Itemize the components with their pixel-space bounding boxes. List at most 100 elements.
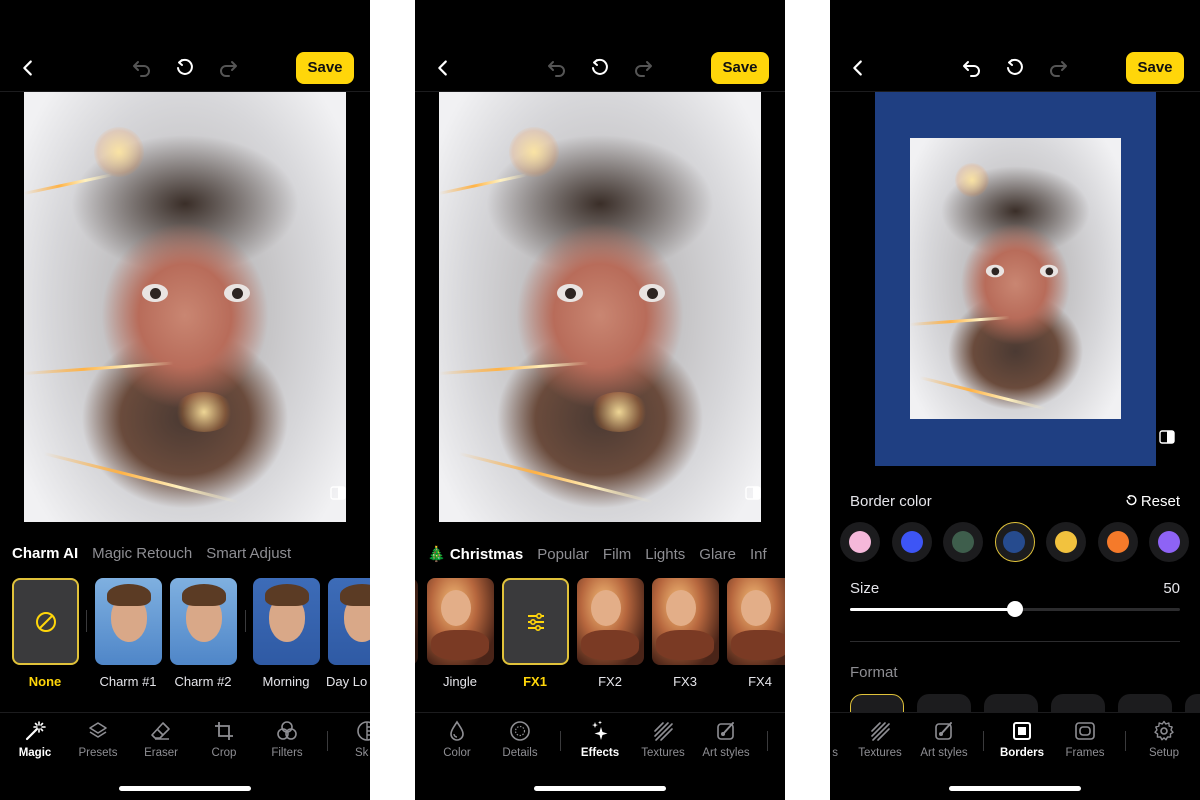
tab-christmas[interactable]: 🎄 Christmas xyxy=(427,546,523,563)
bottom-toolbar: Color Details Effects Textures Art style… xyxy=(415,712,785,772)
undo-icon[interactable] xyxy=(130,56,154,80)
tool-eraser[interactable]: Eraser xyxy=(129,719,193,759)
color-swatch-blue[interactable] xyxy=(891,522,932,562)
compare-split-icon[interactable] xyxy=(330,486,346,500)
tool-filters[interactable]: Filters xyxy=(255,719,319,759)
tool-magic[interactable]: Magic xyxy=(3,719,67,759)
tool-skin[interactable]: Sk xyxy=(335,719,370,759)
redo-icon[interactable] xyxy=(1046,56,1070,80)
compare-split-icon[interactable] xyxy=(745,486,761,500)
color-swatch-yellow[interactable] xyxy=(1046,522,1086,562)
preset-label: FX1 xyxy=(523,674,547,689)
tool-label: Crop xyxy=(211,747,237,759)
format-title: Format xyxy=(850,664,898,681)
tool-borders[interactable]: Borders xyxy=(990,719,1054,759)
top-bar: Save xyxy=(830,48,1200,88)
tab-charm-ai[interactable]: Charm AI xyxy=(12,545,78,562)
undo-icon[interactable] xyxy=(545,56,569,80)
photo-canvas[interactable] xyxy=(439,92,761,522)
bottom-toolbar: s Textures Art styles Borders Frames Set… xyxy=(830,712,1200,772)
preset-label: Charm #2 xyxy=(174,674,232,689)
color-swatch-orange[interactable] xyxy=(1097,522,1138,562)
tool-frames[interactable]: Frames xyxy=(1053,719,1117,759)
preset-label: FX2 xyxy=(598,674,622,689)
color-swatch-green[interactable] xyxy=(943,522,983,562)
photo-canvas[interactable] xyxy=(24,92,346,522)
preset-label: FX4 xyxy=(748,674,772,689)
size-slider[interactable] xyxy=(850,600,1180,620)
rotate-ccw-icon[interactable] xyxy=(588,56,612,80)
undo-icon[interactable] xyxy=(960,56,984,80)
color-swatch-pink[interactable] xyxy=(840,522,880,562)
tool-art-styles[interactable]: Art styles xyxy=(694,719,758,759)
redo-icon[interactable] xyxy=(631,56,655,80)
save-button[interactable]: Save xyxy=(711,52,769,84)
compare-split-icon[interactable] xyxy=(1159,430,1175,444)
category-tabs: Charm AI Magic Retouch Smart Adjust xyxy=(12,545,305,562)
redo-icon[interactable] xyxy=(216,56,240,80)
preset-charm-1[interactable] xyxy=(95,578,162,665)
tool-setup[interactable]: Setup xyxy=(1132,719,1196,759)
gear-icon xyxy=(1154,720,1174,741)
save-button[interactable]: Save xyxy=(1126,52,1184,84)
tool-textures[interactable]: Textures xyxy=(848,719,912,759)
tab-magic-retouch[interactable]: Magic Retouch xyxy=(92,545,192,562)
preset-fx3[interactable] xyxy=(652,578,719,665)
photo-canvas[interactable] xyxy=(910,138,1121,419)
chevron-left-icon[interactable] xyxy=(17,57,39,79)
preset-jingle[interactable] xyxy=(427,578,494,665)
rotate-ccw-icon[interactable] xyxy=(1003,56,1027,80)
tab-popular[interactable]: Popular xyxy=(537,546,589,563)
bottom-toolbar: Magic Presets Eraser Crop Filters Sk xyxy=(0,712,370,772)
color-swatch-navy[interactable] xyxy=(994,522,1035,562)
slider-knob[interactable] xyxy=(1007,601,1023,617)
frame-icon xyxy=(1075,722,1095,740)
preset-previous[interactable] xyxy=(415,578,418,665)
preset-label: Day Lo xyxy=(326,674,368,689)
tool-label: Effects xyxy=(580,747,620,759)
editor-screen-borders: Save Border color Reset Size 50 Format s… xyxy=(830,0,1200,800)
details-dial-icon xyxy=(510,721,530,741)
chevron-left-icon[interactable] xyxy=(432,57,454,79)
tool-details[interactable]: Details xyxy=(488,719,552,759)
sliders-icon xyxy=(528,612,544,632)
tab-lights[interactable]: Lights xyxy=(645,546,685,563)
editor-screen-effects: Save 🎄 Christmas Popular Film Lights Glare In… xyxy=(415,0,785,800)
tab-inf[interactable]: Inf xyxy=(750,546,767,563)
tab-smart-adjust[interactable]: Smart Adjust xyxy=(206,545,291,562)
chevron-left-icon[interactable] xyxy=(847,57,869,79)
tool-label: Borders xyxy=(999,747,1045,759)
preset-day-lo[interactable] xyxy=(328,578,370,665)
tab-glare[interactable]: Glare xyxy=(699,546,736,563)
top-bar: Save xyxy=(415,48,785,88)
save-button[interactable]: Save xyxy=(296,52,354,84)
preset-fx4[interactable] xyxy=(727,578,785,665)
preset-label: FX3 xyxy=(673,674,697,689)
swatch-color xyxy=(1003,530,1025,553)
tool-textures[interactable]: Textures xyxy=(631,719,695,759)
tool-color[interactable]: Color xyxy=(425,719,489,759)
tab-film[interactable]: Film xyxy=(603,546,631,563)
tool-effects[interactable]: Effects xyxy=(568,719,632,759)
reset-button[interactable]: Reset xyxy=(1125,493,1180,510)
tool-art-styles[interactable]: Art styles xyxy=(912,719,976,759)
preset-morning[interactable] xyxy=(253,578,320,665)
eraser-icon xyxy=(151,722,170,740)
tool-label: Art styles xyxy=(702,747,750,759)
swatch-color xyxy=(952,531,974,553)
category-tabs: 🎄 Christmas Popular Film Lights Glare Inf xyxy=(427,545,781,563)
reset-label: Reset xyxy=(1140,493,1180,510)
preset-none[interactable] xyxy=(12,578,79,665)
preset-fx2[interactable] xyxy=(577,578,644,665)
tool-partial[interactable]: s xyxy=(830,719,842,759)
tool-presets[interactable]: Presets xyxy=(66,719,130,759)
tool-label: Textures xyxy=(858,747,902,759)
preset-fx1[interactable] xyxy=(502,578,569,665)
crop-icon xyxy=(215,722,233,740)
rotate-ccw-icon[interactable] xyxy=(173,56,197,80)
preset-charm-2[interactable] xyxy=(170,578,237,665)
color-swatch-purple[interactable] xyxy=(1149,522,1189,562)
filters-circles-icon xyxy=(277,721,297,740)
swatch-color xyxy=(900,531,923,553)
tool-crop[interactable]: Crop xyxy=(192,719,256,759)
